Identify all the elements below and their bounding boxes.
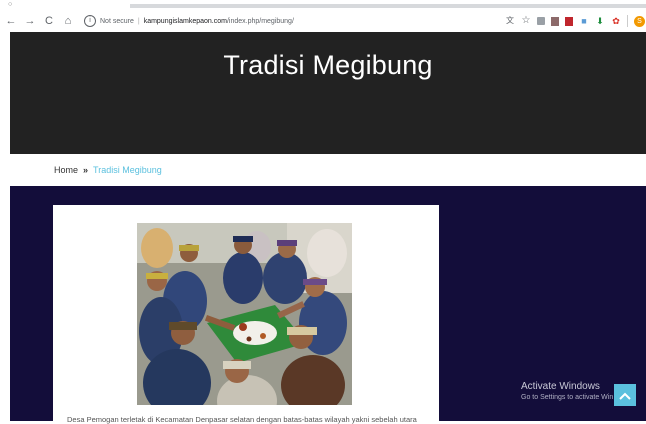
watermark-line-2: Go to Settings to activate Win bbox=[521, 394, 614, 401]
site-header: Tradisi Megibung bbox=[10, 32, 646, 154]
windows-activation-watermark: Activate Windows Go to Settings to activ… bbox=[521, 381, 613, 403]
url-separator: | bbox=[137, 17, 140, 25]
ext-icon-4[interactable]: ✿ bbox=[611, 16, 621, 26]
forward-arrow-icon[interactable]: → bbox=[22, 15, 38, 27]
url-path: /index.php/megibung/ bbox=[226, 17, 294, 25]
info-icon[interactable]: i bbox=[84, 15, 96, 27]
breadcrumb-current[interactable]: Tradisi Megibung bbox=[93, 165, 162, 175]
chevron-up-icon bbox=[619, 392, 631, 400]
home-icon[interactable]: ⌂ bbox=[60, 15, 76, 27]
download-icon[interactable]: ⬇ bbox=[595, 16, 605, 26]
article-photo bbox=[137, 223, 352, 405]
ext-icon-2[interactable] bbox=[551, 16, 559, 26]
article-intro-text: Desa Pemogan terletak di Kecamatan Denpa… bbox=[67, 415, 417, 424]
breadcrumb: Home » Tradisi Megibung bbox=[54, 165, 162, 175]
browser-tabstrip: ○ bbox=[0, 0, 646, 10]
toolbar-divider bbox=[627, 15, 628, 27]
extension-bar: 文 ☆ ■ ⬇ ✿ S bbox=[505, 15, 646, 27]
ext-icon-1[interactable] bbox=[537, 17, 545, 25]
scroll-to-top-button[interactable] bbox=[614, 384, 636, 406]
breadcrumb-separator: » bbox=[83, 165, 89, 175]
breadcrumb-home-link[interactable]: Home bbox=[54, 165, 78, 175]
translate-icon[interactable]: 文 bbox=[505, 16, 515, 26]
security-label: Not secure bbox=[100, 17, 134, 25]
article-card: Desa Pemogan terletak di Kecamatan Denpa… bbox=[53, 205, 439, 424]
megibung-photo-illustration bbox=[137, 223, 352, 405]
browser-toolbar: ← → C ⌂ i Not secure | kampungislamkepao… bbox=[0, 10, 646, 32]
camera-icon[interactable]: ■ bbox=[579, 16, 589, 26]
tab-favicon: ○ bbox=[8, 1, 13, 8]
profile-avatar[interactable]: S bbox=[634, 15, 645, 27]
star-icon[interactable]: ☆ bbox=[521, 16, 531, 26]
back-arrow-icon[interactable]: ← bbox=[3, 15, 19, 27]
url-domain: kampungislamkepaon.com bbox=[143, 17, 227, 25]
watermark-line-1: Activate Windows bbox=[521, 381, 600, 392]
reload-icon[interactable]: C bbox=[41, 15, 57, 27]
address-bar[interactable]: i Not secure | kampungislamkepaon.com /i… bbox=[84, 12, 490, 30]
tab-bar bbox=[130, 4, 646, 8]
ext-icon-3[interactable] bbox=[565, 16, 573, 26]
page-title: Tradisi Megibung bbox=[223, 50, 433, 80]
